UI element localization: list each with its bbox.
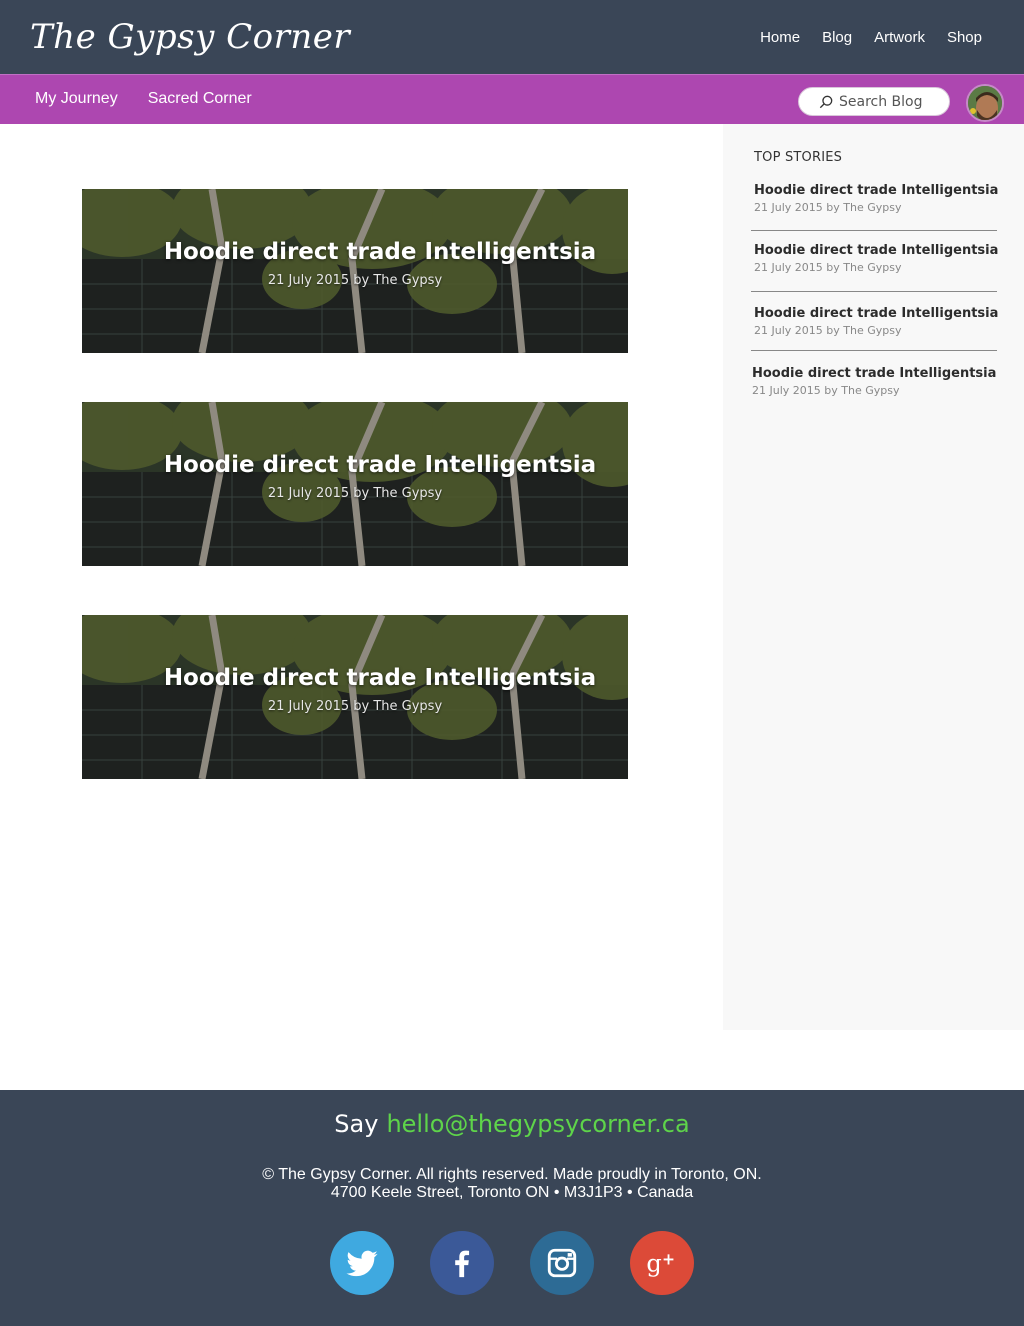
facebook-icon xyxy=(455,1250,470,1278)
story-title[interactable]: Hoodie direct trade Intelligentsia xyxy=(754,242,998,260)
image-overlay xyxy=(82,402,628,566)
story-item[interactable]: Hoodie direct trade Intelligentsia 21 Ju… xyxy=(754,305,998,339)
story-title[interactable]: Hoodie direct trade Intelligentsia xyxy=(754,305,998,323)
story-meta: 21 July 2015 by The Gypsy xyxy=(754,201,902,214)
svg-text:g: g xyxy=(646,1250,661,1278)
story-meta: 21 July 2015 by The Gypsy xyxy=(754,324,902,337)
search-input[interactable] xyxy=(839,93,939,110)
story-divider xyxy=(751,350,997,351)
address-text: 4700 Keele Street, Toronto ON • M3J1P3 •… xyxy=(330,1184,694,1201)
say-label: Say xyxy=(334,1110,379,1138)
main-nav: Home Blog Artwork Shop xyxy=(738,28,982,48)
post-list: Hoodie direct trade Intelligentsia 21 Ju… xyxy=(82,189,628,828)
twitter-button[interactable] xyxy=(330,1231,394,1295)
story-item[interactable]: Hoodie direct trade Intelligentsia 21 Ju… xyxy=(754,182,998,216)
google-plus-icon: g + xyxy=(646,1250,675,1278)
avatar-image xyxy=(968,86,1002,120)
nav-my-journey-link[interactable]: My Journey xyxy=(35,89,118,109)
search-icon xyxy=(819,95,833,108)
email-link[interactable]: hello@thegypsycorner.ca xyxy=(386,1110,689,1138)
post-card[interactable]: Hoodie direct trade Intelligentsia 21 Ju… xyxy=(82,402,628,566)
nav-sacred-corner-link[interactable]: Sacred Corner xyxy=(148,89,252,109)
nav-blog-link[interactable]: Blog xyxy=(822,28,852,48)
sub-header: My Journey Sacred Corner xyxy=(0,74,1024,124)
post-title[interactable]: Hoodie direct trade Intelligentsia xyxy=(82,665,628,691)
top-header: The Gypsy Corner Home Blog Artwork Shop xyxy=(0,0,1024,74)
story-title[interactable]: Hoodie direct trade Intelligentsia xyxy=(754,182,998,200)
google-plus-button[interactable]: g + xyxy=(630,1231,694,1295)
contact-line: Say hello@thegypsycorner.ca xyxy=(0,1110,1024,1138)
story-item[interactable]: Hoodie direct trade Intelligentsia 21 Ju… xyxy=(754,242,998,276)
post-meta: 21 July 2015 by The Gypsy xyxy=(267,273,443,288)
twitter-icon xyxy=(346,1250,378,1277)
category-nav: My Journey Sacred Corner xyxy=(35,89,282,109)
social-links: g + xyxy=(330,1231,730,1295)
post-title[interactable]: Hoodie direct trade Intelligentsia xyxy=(82,452,628,478)
post-meta: 21 July 2015 by The Gypsy xyxy=(267,486,443,501)
story-meta: 21 July 2015 by The Gypsy xyxy=(754,261,902,274)
site-footer: Say hello@thegypsycorner.ca © The Gypsy C… xyxy=(0,1090,1024,1326)
facebook-button[interactable] xyxy=(430,1231,494,1295)
story-item[interactable]: Hoodie direct trade Intelligentsia 21 Ju… xyxy=(752,365,996,399)
user-avatar[interactable] xyxy=(966,84,1004,122)
search-box[interactable] xyxy=(798,87,950,116)
svg-text:+: + xyxy=(662,1250,675,1268)
image-overlay xyxy=(82,189,628,353)
nav-home-link[interactable]: Home xyxy=(760,28,800,48)
post-card[interactable]: Hoodie direct trade Intelligentsia 21 Ju… xyxy=(82,189,628,353)
post-card[interactable]: Hoodie direct trade Intelligentsia 21 Ju… xyxy=(82,615,628,779)
post-meta: 21 July 2015 by The Gypsy xyxy=(267,699,443,714)
nav-artwork-link[interactable]: Artwork xyxy=(874,28,925,48)
top-stories-heading: TOP STORIES xyxy=(754,150,843,165)
instagram-icon xyxy=(547,1248,577,1278)
sidebar: TOP STORIES Hoodie direct trade Intellig… xyxy=(723,124,1024,1030)
site-logo[interactable]: The Gypsy Corner xyxy=(30,14,350,60)
story-divider xyxy=(751,230,997,231)
footer-copyright: © The Gypsy Corner. All rights reserved.… xyxy=(0,1166,1024,1202)
instagram-button[interactable] xyxy=(530,1231,594,1295)
nav-shop-link[interactable]: Shop xyxy=(947,28,982,48)
post-title[interactable]: Hoodie direct trade Intelligentsia xyxy=(82,239,628,265)
story-title[interactable]: Hoodie direct trade Intelligentsia xyxy=(752,365,996,383)
story-meta: 21 July 2015 by The Gypsy xyxy=(752,384,900,397)
copyright-text: © The Gypsy Corner. All rights reserved.… xyxy=(262,1166,762,1183)
story-divider xyxy=(751,291,997,292)
image-overlay xyxy=(82,615,628,779)
